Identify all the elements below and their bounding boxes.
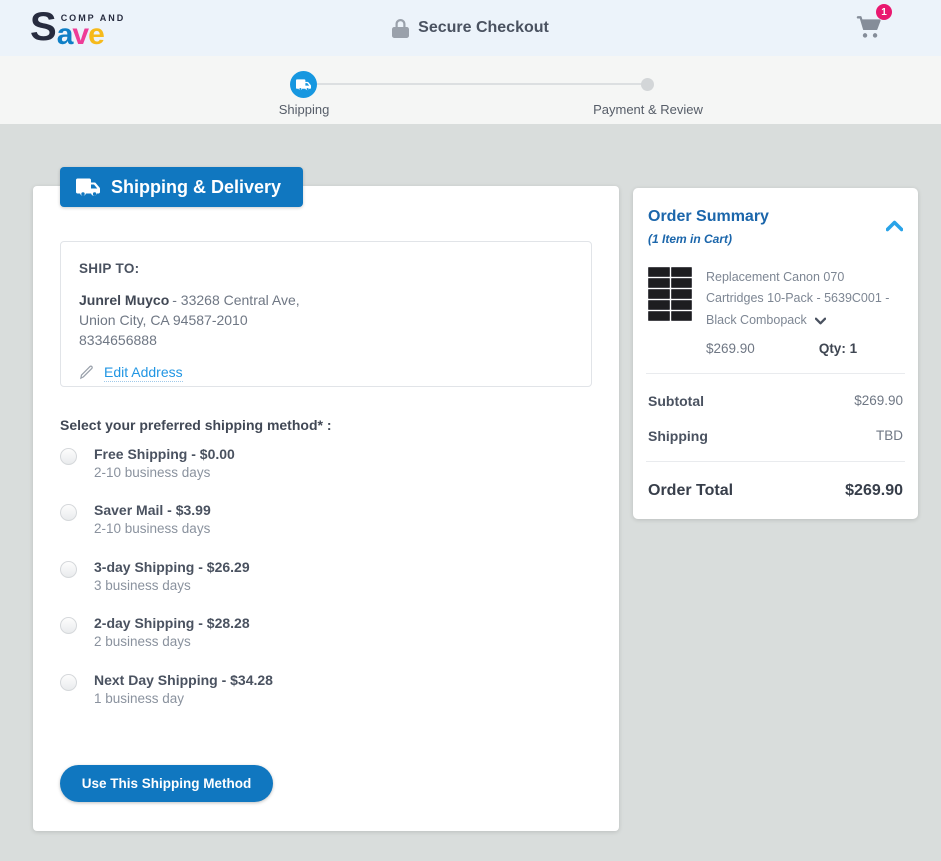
shipping-delivery-banner: Shipping & Delivery [60, 167, 303, 207]
shipping-address: Junrel Muyco- 33268 Central Ave, Union C… [79, 291, 573, 351]
method-duration: 1 business day [94, 690, 273, 709]
order-total-label: Order Total [648, 482, 733, 500]
method-duration: 2-10 business days [94, 520, 211, 539]
divider [646, 373, 905, 374]
shipping-label: Shipping [648, 428, 708, 444]
logo-letter-s: S [30, 9, 55, 45]
step-shipping-icon[interactable] [290, 71, 317, 98]
ship-to-label: SHIP TO: [79, 261, 573, 276]
method-duration: 2-10 business days [94, 464, 235, 483]
shipping-method-option-saver-mail[interactable]: Saver Mail - $3.99 2-10 business days [60, 501, 211, 539]
cart-button[interactable]: 1 [855, 13, 885, 43]
method-duration: 2 business days [94, 633, 250, 652]
product-name: Replacement Canon 070 Cartridges 10-Pack… [706, 267, 902, 331]
subtotal-value: $269.90 [854, 393, 903, 408]
method-label: Next Day Shipping - $34.28 [94, 671, 273, 690]
method-label: Free Shipping - $0.00 [94, 445, 235, 464]
radio-button[interactable] [60, 561, 77, 578]
recipient-name: Junrel Muyco [79, 292, 169, 308]
logo-letter-a: a [57, 18, 73, 51]
shipping-method-option-2day[interactable]: 2-day Shipping - $28.28 2 business days [60, 614, 250, 652]
order-total-value: $269.90 [845, 482, 903, 500]
truck-icon [76, 178, 100, 197]
order-summary-title: Order Summary [648, 208, 769, 226]
divider [646, 461, 905, 462]
shipping-delivery-title: Shipping & Delivery [111, 177, 281, 198]
method-label: Saver Mail - $3.99 [94, 501, 211, 520]
compandsave-logo[interactable]: S COMP AND ave [30, 9, 125, 47]
cart-count-badge: 1 [876, 4, 892, 20]
subtotal-label: Subtotal [648, 393, 704, 409]
cart-item-count: (1 Item in Cart) [648, 232, 769, 246]
phone-number: 8334656888 [79, 331, 573, 351]
shipping-method-prompt: Select your preferred shipping method* : [60, 417, 332, 433]
step-label-shipping: Shipping [279, 102, 330, 117]
shipping-row: Shipping TBD [648, 428, 903, 444]
address-line-1: - 33268 Central Ave, [172, 292, 299, 308]
product-thumbnail [648, 267, 692, 321]
logo-letter-v: v [72, 18, 88, 51]
cart-item: Replacement Canon 070 Cartridges 10-Pack… [648, 267, 903, 331]
step-payment-dot [641, 78, 654, 91]
order-total-row: Order Total $269.90 [648, 482, 903, 500]
use-shipping-method-button[interactable]: Use This Shipping Method [60, 765, 273, 802]
lock-icon [392, 19, 409, 38]
ship-to-box: SHIP TO: Junrel Muyco- 33268 Central Ave… [60, 241, 592, 387]
shipping-panel: Shipping & Delivery SHIP TO: Junrel Muyc… [33, 186, 619, 831]
shipping-method-option-3day[interactable]: 3-day Shipping - $26.29 3 business days [60, 558, 250, 596]
item-price: $269.90 [706, 341, 755, 356]
shipping-value: TBD [876, 428, 903, 443]
logo-letter-e: e [88, 18, 104, 51]
radio-button[interactable] [60, 617, 77, 634]
method-label: 2-day Shipping - $28.28 [94, 614, 250, 633]
item-quantity: Qty: 1 [819, 341, 857, 356]
radio-button[interactable] [60, 448, 77, 465]
main-content: Shipping & Delivery SHIP TO: Junrel Muyc… [0, 124, 941, 861]
method-duration: 3 business days [94, 577, 250, 596]
address-line-2: Union City, CA 94587-2010 [79, 311, 573, 331]
secure-checkout-label: Secure Checkout [418, 19, 549, 37]
shipping-method-option-next-day[interactable]: Next Day Shipping - $34.28 1 business da… [60, 671, 273, 709]
radio-button[interactable] [60, 504, 77, 521]
order-summary-panel: Order Summary (1 Item in Cart) Replaceme… [633, 188, 918, 519]
progress-line [305, 83, 647, 85]
pencil-icon [79, 365, 94, 380]
subtotal-row: Subtotal $269.90 [648, 393, 903, 409]
edit-address-link[interactable]: Edit Address [79, 364, 183, 382]
header: S COMP AND ave Secure Checkout 1 [0, 0, 941, 56]
shipping-method-option-free[interactable]: Free Shipping - $0.00 2-10 business days [60, 445, 235, 483]
step-label-payment-review: Payment & Review [593, 102, 703, 117]
edit-address-label: Edit Address [104, 364, 183, 382]
chevron-up-icon[interactable] [886, 220, 903, 232]
checkout-progress: Shipping Payment & Review [0, 56, 941, 124]
chevron-down-icon[interactable] [815, 317, 826, 325]
method-label: 3-day Shipping - $26.29 [94, 558, 250, 577]
secure-checkout-title: Secure Checkout [0, 0, 941, 56]
radio-button[interactable] [60, 674, 77, 691]
